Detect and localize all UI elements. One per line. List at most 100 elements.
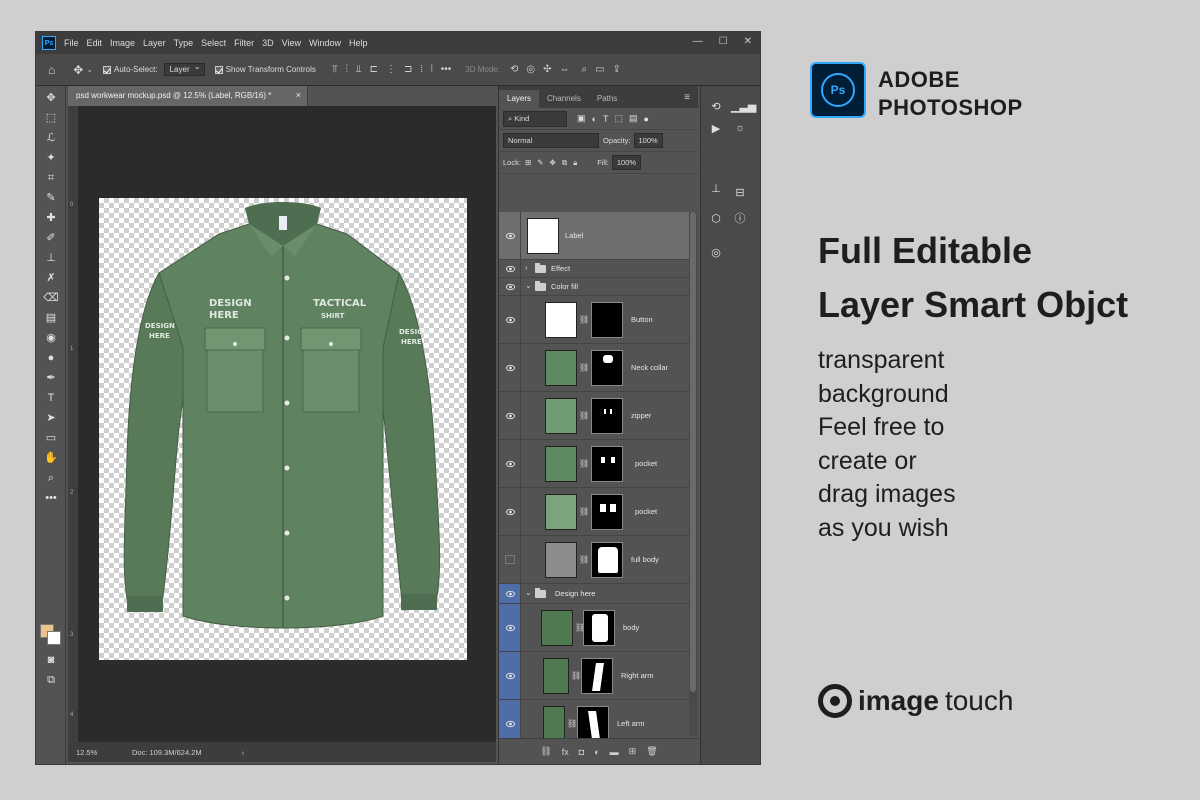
link-icon[interactable]: ⛓	[579, 411, 589, 420]
layer-style-icon[interactable]: fx	[562, 747, 569, 757]
menu-window[interactable]: Window	[309, 38, 341, 48]
align-right-icon[interactable]: ⊐	[404, 64, 412, 75]
3d-cube-icon[interactable]: ⬡	[707, 212, 725, 225]
link-icon[interactable]: ⛓	[579, 459, 589, 468]
lock-position-icon[interactable]: ✥	[550, 158, 556, 167]
layer-group-color-fill[interactable]: ⌄ Color fill	[499, 278, 689, 296]
home-icon[interactable]: ⌂	[48, 63, 55, 77]
align-top-icon[interactable]: ⫪	[332, 64, 338, 75]
auto-select-dropdown[interactable]: Layer	[163, 62, 205, 76]
visibility-eye-icon[interactable]	[506, 412, 515, 420]
crop-icon[interactable]: ⌗	[43, 170, 59, 186]
clone-source-icon[interactable]: ⊥	[707, 182, 725, 195]
visibility-eye-icon[interactable]	[506, 364, 515, 372]
distribute-v-icon[interactable]: ⦚	[431, 64, 433, 75]
filter-toggle-icon[interactable]: ●	[643, 114, 648, 124]
background-color-swatch[interactable]	[47, 631, 61, 645]
show-transform-checkbox[interactable]	[214, 65, 223, 74]
zoom-icon[interactable]: ⌕	[43, 470, 59, 486]
blur-icon[interactable]: ◉	[43, 330, 59, 346]
move-icon[interactable]: ✥	[43, 90, 59, 106]
pen-icon[interactable]: ✒	[43, 370, 59, 386]
type-icon[interactable]: T	[43, 390, 59, 406]
brush-icon[interactable]: ✐	[43, 230, 59, 246]
visibility-eye-icon[interactable]	[506, 720, 515, 728]
smartobject-filter-icon[interactable]: ▤	[629, 113, 638, 124]
histogram-icon[interactable]: ▁▃▅	[731, 100, 756, 113]
scrollbar-thumb[interactable]	[690, 212, 696, 692]
delete-layer-icon[interactable]: 🗑︎	[646, 746, 657, 757]
tool-preset-chevron-icon[interactable]: ⌄	[86, 65, 93, 74]
eraser-icon[interactable]: ⌫	[43, 290, 59, 306]
layer-row-body[interactable]: ⛓ body	[499, 604, 689, 652]
close-window-button[interactable]: ✕	[744, 36, 752, 47]
share-icon[interactable]: ⇪	[613, 64, 621, 75]
link-icon[interactable]: ⛓	[567, 719, 577, 728]
tab-channels[interactable]: Channels	[539, 90, 589, 108]
actions-play-icon[interactable]: ▶	[707, 122, 725, 135]
gradient-icon[interactable]: ▤	[43, 310, 59, 326]
panel-menu-icon[interactable]: ≡	[684, 92, 690, 103]
marquee-icon[interactable]: ⬚	[43, 110, 59, 126]
layer-row-right-arm[interactable]: ⛓ Right arm	[499, 652, 689, 700]
adjustment-filter-icon[interactable]: ◐	[592, 114, 597, 124]
path-selection-icon[interactable]: ➤	[43, 410, 59, 426]
pan-3d-icon[interactable]: ✣	[543, 64, 551, 75]
transparent-canvas[interactable]: DESIGN HERE TACTICAL SHIRT DESIGN HERE D…	[99, 198, 467, 660]
distribute-icon[interactable]: ⦙	[420, 64, 422, 75]
status-menu-arrow-icon[interactable]: ›	[242, 748, 245, 757]
link-icon[interactable]: ⛓	[579, 315, 589, 324]
menu-view[interactable]: View	[282, 38, 301, 48]
chevron-down-icon[interactable]: ⌄	[525, 281, 532, 290]
link-icon[interactable]: ⛓	[579, 555, 589, 564]
chevron-down-icon[interactable]: ⌄	[525, 588, 532, 597]
info-icon[interactable]: ⓘ	[731, 210, 749, 226]
search-icon[interactable]: ⌕	[582, 64, 588, 75]
layer-row-full-body[interactable]: ⛓ full body	[499, 536, 689, 584]
menu-select[interactable]: Select	[201, 38, 226, 48]
visibility-eye-icon[interactable]	[506, 316, 515, 324]
align-vcenter-icon[interactable]: ⫶	[346, 64, 349, 75]
shape-filter-icon[interactable]: ⬚	[614, 113, 623, 124]
layer-row-zipper[interactable]: ⛓ zipper	[499, 392, 689, 440]
lock-pixels-icon[interactable]: ⊞	[525, 158, 531, 167]
menu-type[interactable]: Type	[174, 38, 194, 48]
magic-wand-icon[interactable]: ✦	[43, 150, 59, 166]
rectangle-icon[interactable]: ▭	[43, 430, 59, 446]
tab-layers[interactable]: Layers	[499, 90, 540, 108]
zoom-level[interactable]: 12.5%	[76, 748, 128, 757]
hand-icon[interactable]: ✋	[43, 450, 59, 466]
stamp-icon[interactable]: ⊥	[43, 250, 59, 266]
link-icon[interactable]: ⛓	[571, 671, 581, 680]
add-mask-icon[interactable]: ◘	[579, 747, 584, 757]
layer-row-pocket[interactable]: ⛓ pocket	[499, 440, 689, 488]
chevron-right-icon[interactable]: ›	[525, 263, 528, 272]
maximize-button[interactable]: ☐	[719, 36, 728, 47]
visibility-eye-icon[interactable]	[506, 624, 515, 632]
eyedropper-icon[interactable]: ✎	[43, 190, 59, 206]
visibility-eye-icon[interactable]	[506, 508, 515, 516]
menu-3d[interactable]: 3D	[262, 38, 274, 48]
link-icon[interactable]: ⛓	[579, 363, 589, 372]
visibility-eye-icon[interactable]	[506, 283, 515, 291]
link-icon[interactable]: ⛓	[579, 507, 589, 516]
layer-row-neck-collar[interactable]: ⛓ Neck collar	[499, 344, 689, 392]
minimize-button[interactable]: —	[693, 36, 703, 47]
pixel-filter-icon[interactable]: ▣	[577, 113, 586, 124]
healing-brush-icon[interactable]: ✚	[43, 210, 59, 226]
filter-kind-dropdown[interactable]: ⌕ Kind	[503, 110, 567, 127]
menu-filter[interactable]: Filter	[234, 38, 254, 48]
history-icon[interactable]: ⟲	[707, 100, 725, 113]
dodge-icon[interactable]: ●	[43, 350, 59, 366]
new-layer-icon[interactable]: ⊞	[629, 746, 637, 757]
quick-mask-icon[interactable]: ◙	[43, 652, 59, 668]
layer-group-effect[interactable]: › Effect	[499, 260, 689, 278]
menu-edit[interactable]: Edit	[87, 38, 103, 48]
lock-paint-icon[interactable]: ✎	[537, 158, 543, 167]
layers-scrollbar[interactable]	[689, 212, 697, 736]
layer-row-pocket[interactable]: ⛓ pocket	[499, 488, 689, 536]
move-tool-icon[interactable]: ✥	[73, 63, 83, 77]
navigator-icon[interactable]: ◎	[707, 246, 725, 259]
document-tab[interactable]: psd workwear mockup.psd @ 12.5% (Label, …	[68, 86, 308, 106]
properties-icon[interactable]: ⊟	[731, 186, 749, 199]
